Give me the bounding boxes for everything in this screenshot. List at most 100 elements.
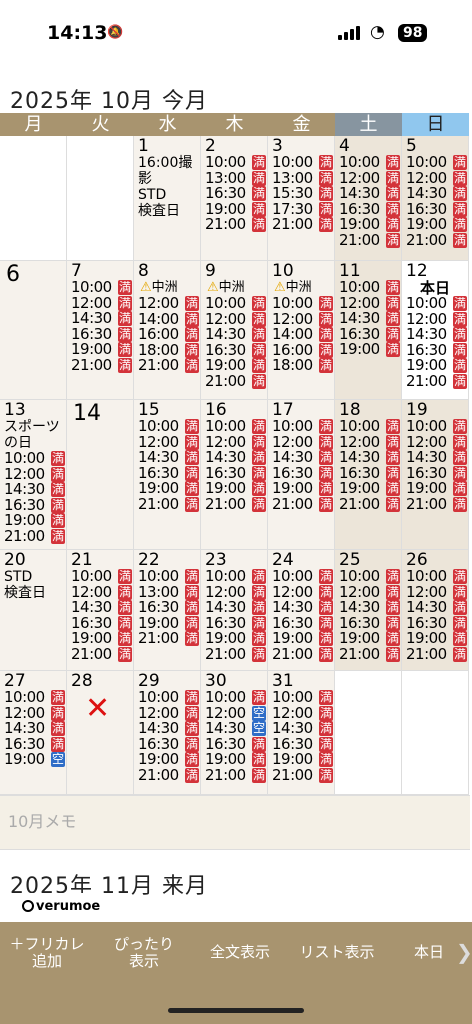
day-cell-12[interactable]: 12 本日 10:00 満 12:00 満 14:30 満 16:30 満 19:00 満 21:00 満 (402, 261, 469, 400)
day-cell-16[interactable]: 16 10:00 満 12:00 満 14:30 満 16:30 満 19:00 満 21:00 満 (201, 400, 268, 550)
full-badge: 満 (185, 496, 199, 512)
day-cell-29[interactable]: 29 10:00 満 12:00 満 14:30 満 16:30 満 19:00 満 21:00 満 (134, 671, 201, 795)
full-badge: 満 (386, 569, 400, 585)
full-view-button[interactable]: 全文表示 (200, 944, 280, 961)
full-badge: 満 (118, 584, 132, 600)
day-cell-22[interactable]: 22 10:00 満 13:00 満 16:30 満 19:00 満 21:00 満 (134, 550, 201, 671)
day-cell-4[interactable]: 4 10:00 満 12:00 満 14:30 満 16:30 満 19:00 満 21:00 満 (335, 136, 402, 261)
time-slot[interactable]: 21:00 満 (201, 767, 267, 784)
time-slot[interactable]: 21:00 満 (134, 630, 200, 647)
time-slot[interactable]: 21:00 満 (268, 646, 334, 663)
day-cell-14[interactable]: 14 (67, 400, 134, 550)
full-badge: 満 (185, 419, 199, 435)
day-cell-15[interactable]: 15 10:00 満 12:00 満 14:30 満 16:30 満 19:00 満 21:00 満 (134, 400, 201, 550)
month-memo-field[interactable]: 10月メモ (0, 795, 470, 850)
time-slot[interactable]: 21:00 満 (134, 496, 200, 513)
full-badge: 満 (319, 600, 333, 616)
full-badge: 満 (319, 752, 333, 768)
day-cell-3[interactable]: 3 10:00 満 13:00 満 15:30 満 17:30 満 21:00 満 (268, 136, 335, 261)
time-slot[interactable]: 21:00 満 (402, 646, 468, 663)
time-slot[interactable]: 21:00 満 (335, 644, 401, 663)
day-cell-9[interactable]: 9 ⚠中洲 10:00 満 12:00 満 14:30 満 16:30 満 19:00 満 21:00 満 (201, 261, 268, 400)
battery-indicator: 98 (398, 24, 428, 42)
day-number: 6 (6, 262, 20, 287)
full-badge: 満 (252, 631, 266, 647)
day-cell-18[interactable]: 18 10:00 満 12:00 満 14:30 満 16:30 満 19:00 満 21:00 満 (335, 400, 402, 550)
time-slot[interactable]: 21:00 満 (268, 765, 334, 784)
day-note: STD (138, 187, 167, 203)
fit-view-label: ぴったり (113, 935, 174, 953)
calendar-week-row: 1 16:00撮影 STD 検査日 2 10:00 満 13:00 満 16:30 満 19:00 満 2… (0, 136, 470, 261)
slot-time: 21:00 (71, 644, 112, 663)
time-slot[interactable]: 21:00 満 (268, 216, 334, 233)
add-calendar-button[interactable]: ＋フリカレ 追加 (8, 936, 86, 970)
day-cell-6[interactable]: 6 (0, 261, 67, 400)
full-badge: 満 (319, 296, 333, 312)
time-slot[interactable]: 21:00 満 (201, 373, 267, 390)
day-cell-21[interactable]: 21 10:00 満 12:00 満 14:30 満 16:30 満 19:00 満 21:00 満 (67, 550, 134, 671)
day-cell-30[interactable]: 30 10:00 満 12:00 空 14:30 空 16:30 満 19:00 満 21:00 満 (201, 671, 268, 795)
day-cell-13[interactable]: 13 スポーツ の日 10:00 満 12:00 満 14:30 満 16:30 満 19:00 満 21… (0, 400, 67, 550)
time-slot[interactable]: 21:00 満 (201, 496, 267, 513)
full-badge: 満 (51, 528, 65, 544)
day-cell-27[interactable]: 27 10:00 満 12:00 満 14:30 満 16:30 満 19:00 空 (0, 671, 67, 795)
day-cell-23[interactable]: 23 10:00 満 12:00 満 14:30 満 16:30 満 19:00 満 21:00 満 (201, 550, 268, 671)
time-slot[interactable]: 21:00 満 (335, 494, 401, 513)
full-badge: 満 (319, 155, 333, 171)
day-note: STD (4, 569, 33, 585)
day-cell-26[interactable]: 26 10:00 満 12:00 満 14:30 満 16:30 満 19:00 満 21:00 満 (402, 550, 469, 671)
full-badge: 満 (319, 434, 333, 450)
day-cell-31[interactable]: 31 10:00 満 12:00 満 14:30 満 16:30 満 19:00 満 21:00 満 (268, 671, 335, 795)
time-slot[interactable]: 21:00 満 (268, 496, 334, 513)
time-slot[interactable]: 21:00 満 (402, 496, 468, 513)
time-slot[interactable]: 21:00 満 (402, 373, 468, 390)
day-cell-5[interactable]: 5 10:00 満 12:00 満 14:30 満 16:30 満 19:00 満 21:00 満 (402, 136, 469, 261)
full-badge: 満 (118, 357, 132, 373)
slot-time: 21:00 (272, 765, 313, 784)
day-cell-1[interactable]: 1 16:00撮影 STD 検査日 (134, 136, 201, 261)
slot-time: 21:00 (339, 494, 380, 513)
time-slot[interactable]: 21:00 満 (201, 216, 267, 233)
full-badge: 満 (51, 736, 65, 752)
chevron-right-icon[interactable]: ❯ (456, 940, 472, 964)
full-badge: 満 (453, 631, 467, 647)
time-slot[interactable]: 21:00 満 (335, 232, 401, 249)
day-cell-25[interactable]: 25 10:00 満 12:00 満 14:30 満 16:30 満 19:00 満 21:00 満 (335, 550, 402, 671)
day-cell-7[interactable]: 7 10:00 満 12:00 満 14:30 満 16:30 満 19:00 満 21:00 満 (67, 261, 134, 400)
day-note: 影 (138, 171, 152, 187)
cellular-signal-icon (338, 26, 360, 40)
time-slot[interactable]: 21:00 満 (134, 767, 200, 784)
day-number: 9 (205, 261, 216, 281)
time-slot[interactable]: 19:00 満 (335, 341, 401, 358)
time-slot[interactable]: 21:00 満 (134, 357, 200, 374)
full-badge: 満 (252, 465, 266, 481)
full-badge: 満 (319, 690, 333, 706)
time-slot[interactable]: 18:00 満 (268, 357, 334, 374)
time-slot[interactable]: 21:00 満 (67, 644, 133, 663)
fit-view-button[interactable]: ぴったり 表示 (106, 936, 182, 970)
full-badge: 満 (386, 450, 400, 466)
list-view-button[interactable]: リスト表示 (292, 944, 382, 961)
day-cell-19[interactable]: 19 10:00 満 12:00 満 14:30 満 16:30 満 19:00 満 21:00 満 (402, 400, 469, 550)
full-badge: 満 (453, 296, 467, 312)
day-cell-8[interactable]: 8 ⚠中洲 12:00 満 14:00 満 16:00 満 18:00 満 21:00 満 (134, 261, 201, 400)
day-cell-17[interactable]: 17 10:00 満 12:00 満 14:30 満 16:30 満 19:00 満 21:00 満 (268, 400, 335, 550)
time-slot[interactable]: 21:00 満 (0, 528, 66, 545)
full-badge: 満 (252, 155, 266, 171)
day-cell-11[interactable]: 11 10:00 満 12:00 満 14:30 満 16:30 満 19:00 満 (335, 261, 402, 400)
day-cell-28[interactable]: 28 ✕ (67, 671, 134, 795)
time-slot[interactable]: 21:00 満 (201, 646, 267, 663)
add-calendar-label: ＋フリカレ (9, 935, 85, 953)
day-number: 28 (71, 671, 93, 691)
full-badge: 満 (386, 155, 400, 171)
time-slot[interactable]: 19:00 空 (0, 751, 66, 768)
day-cell-20[interactable]: 20 STD 検査日 (0, 550, 67, 671)
full-badge: 満 (319, 767, 333, 783)
day-cell-24[interactable]: 24 10:00 満 12:00 満 14:30 満 16:30 満 19:00 満 21:00 満 (268, 550, 335, 671)
day-cell-2[interactable]: 2 10:00 満 13:00 満 16:30 満 19:00 満 21:00 満 (201, 136, 268, 261)
today-button[interactable]: 本日 (404, 944, 454, 961)
day-cell-10[interactable]: 10 ⚠中洲 10:00 満 12:00 満 14:00 満 16:00 満 18:00 満 (268, 261, 335, 400)
time-slot[interactable]: 21:00 満 (67, 357, 133, 374)
slot-time: 21:00 (339, 644, 380, 663)
time-slot[interactable]: 21:00 満 (402, 232, 468, 249)
